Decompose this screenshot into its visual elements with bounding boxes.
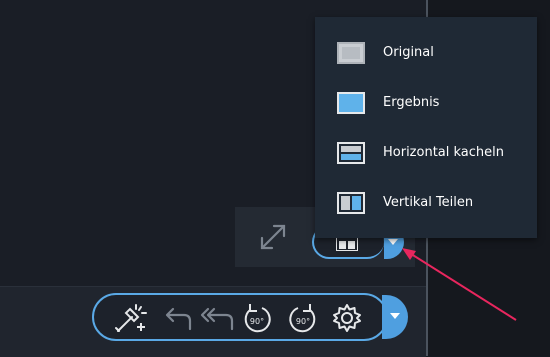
result-view-icon	[335, 236, 359, 255]
settings-icon[interactable]	[330, 301, 364, 335]
menu-item-result[interactable]: Ergebnis	[315, 84, 537, 124]
vertical-split-icon	[337, 192, 365, 218]
undo-all-icon[interactable]	[198, 301, 238, 335]
menu-item-label: Horizontal kacheln	[383, 145, 505, 160]
menu-item-original[interactable]: Original	[315, 34, 537, 74]
rotate-left-90-icon[interactable]: 90°	[240, 301, 274, 335]
rotate-right-90-icon[interactable]: 90°	[286, 301, 320, 335]
chevron-down-icon	[388, 239, 398, 245]
menu-item-horizontal-tile[interactable]: Horizontal kacheln	[315, 134, 537, 174]
undo-icon[interactable]	[160, 301, 196, 335]
rotate-left-label: 90°	[250, 317, 264, 326]
result-view-icon	[337, 92, 365, 118]
menu-item-label: Ergebnis	[383, 95, 440, 110]
menu-item-label: Original	[383, 45, 434, 60]
magic-wand-icon[interactable]	[112, 301, 150, 335]
original-view-icon	[337, 42, 365, 68]
menu-item-vertical-split[interactable]: Vertikal Teilen	[315, 184, 537, 224]
menu-item-label: Vertikal Teilen	[383, 195, 474, 210]
rotate-right-label: 90°	[296, 317, 310, 326]
view-mode-menu: Original Ergebnis Horizontal kacheln Ver…	[315, 17, 537, 238]
expand-icon[interactable]	[256, 220, 290, 258]
chevron-down-icon	[390, 313, 400, 319]
horizontal-tile-icon	[337, 142, 365, 168]
